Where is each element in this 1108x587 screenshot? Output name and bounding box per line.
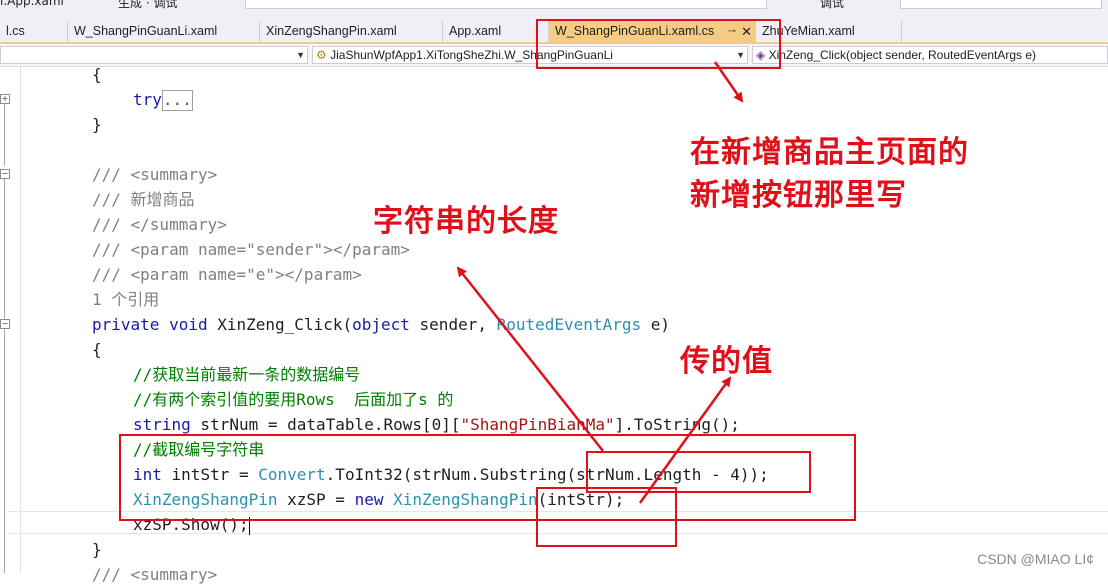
- annotation-main-line1: 在新增商品主页面的: [690, 135, 969, 170]
- arrow-to-value-note: [638, 376, 732, 504]
- annotation-value: 传的值: [680, 344, 773, 379]
- arrow-to-tab: [713, 61, 744, 103]
- annotation-arrows: [456, 61, 744, 504]
- annotation-length: 字符串的长度: [373, 204, 559, 239]
- annotation-main-line2: 新增按钮那里写: [690, 178, 907, 213]
- watermark: CSDN @MIAO LI¢: [977, 551, 1094, 567]
- arrow-to-length-note: [456, 266, 604, 452]
